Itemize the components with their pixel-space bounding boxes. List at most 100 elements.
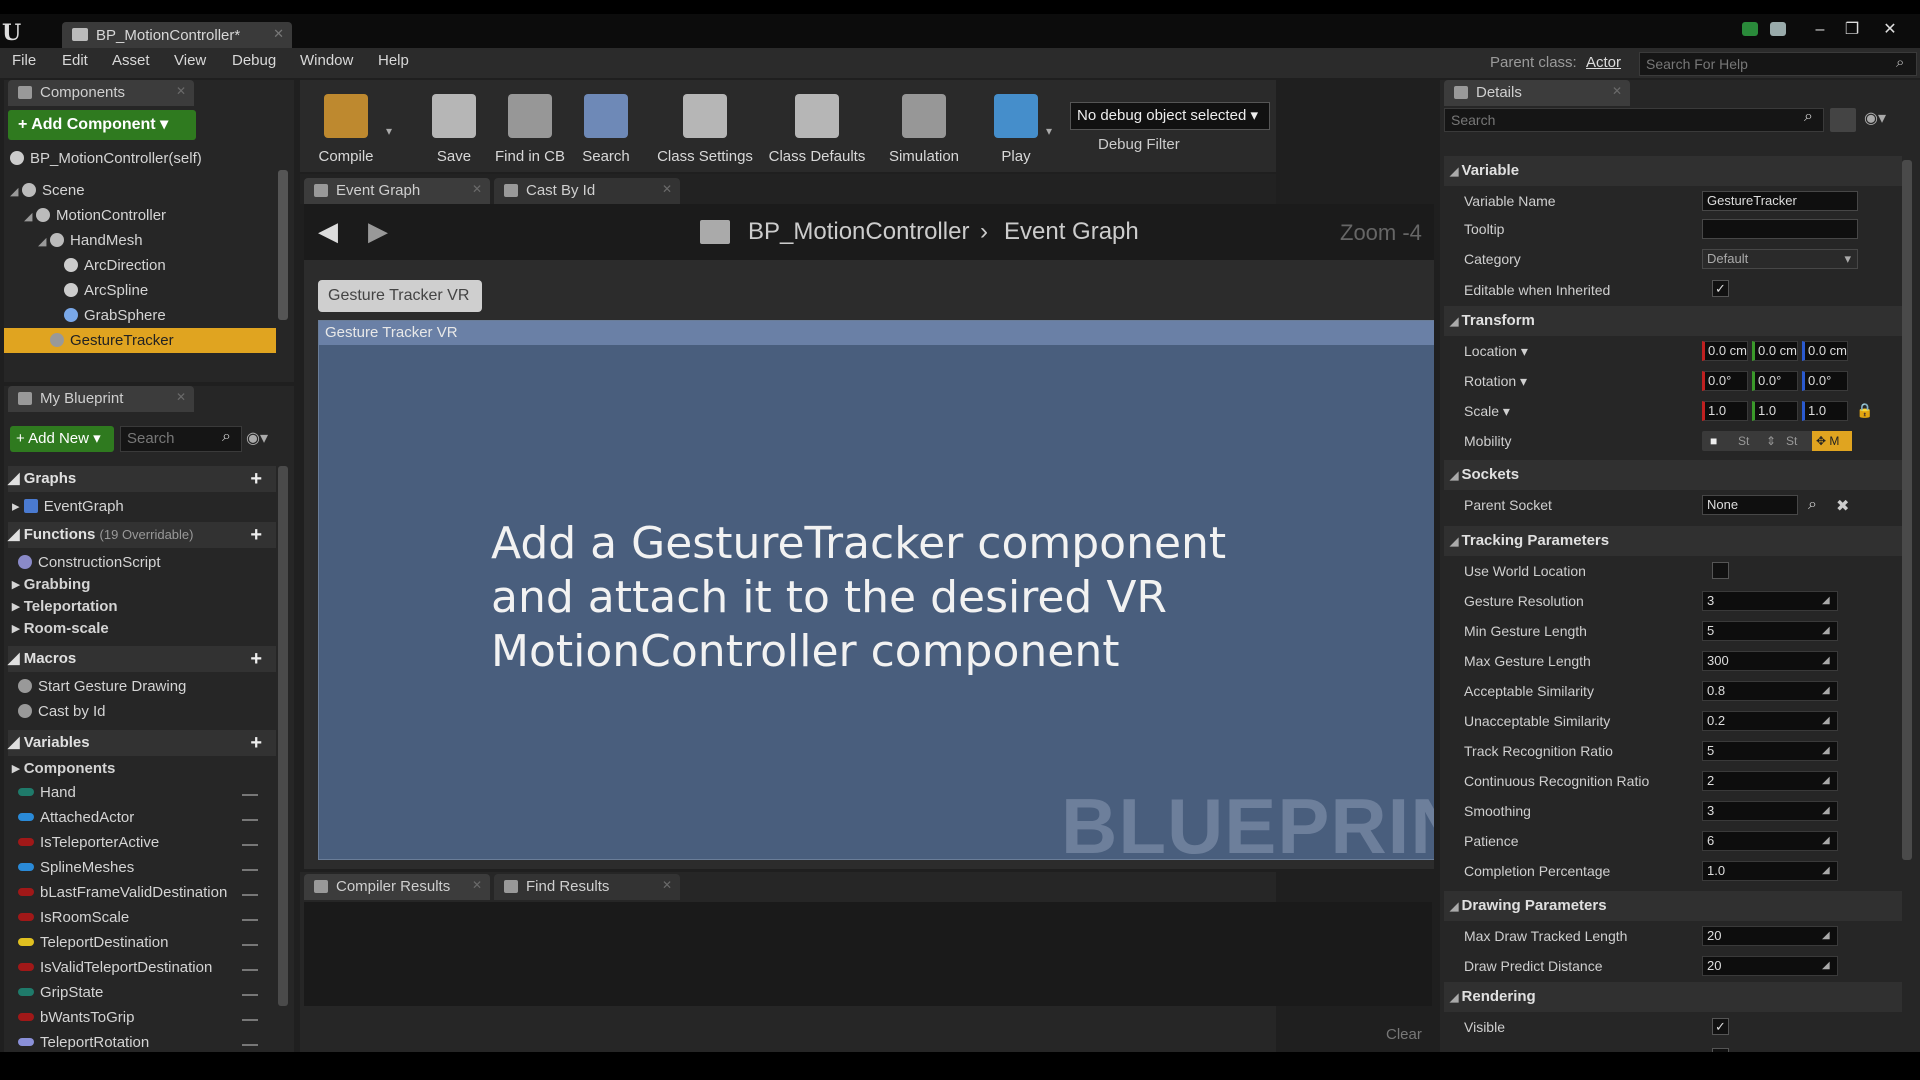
tab-find-results[interactable]: Find Results ✕ (494, 874, 680, 900)
movable-option[interactable]: ✥ M (1812, 431, 1852, 451)
menu-file[interactable]: File (12, 52, 36, 69)
spinner-arrows-icon[interactable]: ◢ (1822, 624, 1834, 638)
variable-item[interactable]: TeleportRotation (18, 1030, 276, 1052)
tab-compiler-results[interactable]: Compiler Results ✕ (304, 874, 490, 900)
patience-field[interactable]: 6 ◢ (1702, 831, 1838, 851)
component-tree-item[interactable]: ArcDirection (4, 253, 276, 278)
draw-predict-distance-field[interactable]: 20 ◢ (1702, 956, 1838, 976)
variable-item[interactable]: AttachedActor (18, 805, 276, 830)
visibility-toggle-icon[interactable] (242, 790, 258, 796)
component-tree-item[interactable]: GestureTracker (4, 328, 276, 353)
functions-section-header[interactable]: ◢ Functions (19 Overridable) + (8, 522, 276, 548)
simulation-button[interactable]: Simulation (876, 86, 972, 178)
expand-arrow-icon[interactable]: ◢ (38, 230, 50, 255)
clear-button[interactable]: Clear (1386, 1026, 1422, 1043)
compile-options-dropdown-icon[interactable]: ▾ (386, 124, 392, 138)
min-gesture-length-field[interactable]: 5 ◢ (1702, 621, 1838, 641)
close-tab-icon[interactable]: ✕ (662, 878, 672, 892)
blueprint-scrollbar[interactable] (278, 466, 288, 1006)
mobility-toggle[interactable]: ■ St ⇕ St ✥ M (1702, 431, 1852, 451)
details-tab[interactable]: Details ✕ (1444, 80, 1630, 106)
document-tab[interactable]: BP_MotionController* ✕ (62, 22, 292, 48)
component-tree-item[interactable]: GrabSphere (4, 303, 276, 328)
search-button[interactable]: Search (564, 86, 648, 178)
breadcrumb-root[interactable]: BP_MotionController (748, 218, 969, 246)
collapse-arrow-icon[interactable]: ◢ (1450, 901, 1462, 913)
visible-checkbox[interactable]: ✓ (1712, 1018, 1729, 1035)
add-variable-icon[interactable]: + (250, 730, 262, 756)
source-control-icon[interactable] (1742, 22, 1758, 36)
visibility-eye-icon[interactable]: ◉▾ (246, 428, 268, 448)
find-in-cb-button[interactable]: Find in CB (484, 86, 576, 178)
spinner-arrows-icon[interactable]: ◢ (1822, 834, 1834, 848)
gesture-resolution-field[interactable]: 3 ◢ (1702, 591, 1838, 611)
visibility-toggle-icon[interactable] (242, 1040, 258, 1046)
variable-item[interactable]: IsValidTeleportDestination (18, 955, 276, 980)
collapse-arrow-icon[interactable]: ◢ (1450, 536, 1462, 548)
transform-section[interactable]: ◢ Transform (1444, 306, 1902, 336)
collapse-arrow-icon[interactable]: ◢ (1450, 316, 1462, 328)
comment-box[interactable]: Gesture Tracker VR Add a GestureTracker … (318, 320, 1434, 869)
add-function-icon[interactable]: + (250, 522, 262, 548)
rotation-x-field[interactable]: 0.0° (1702, 371, 1748, 391)
spinner-arrows-icon[interactable]: ◢ (1822, 959, 1834, 973)
menu-view[interactable]: View (174, 52, 206, 69)
menu-help[interactable]: Help (378, 52, 409, 69)
variables-section-header[interactable]: ◢ Variables + (8, 730, 276, 756)
spinner-arrows-icon[interactable]: ◢ (1822, 714, 1834, 728)
location-y-field[interactable]: 0.0 cm (1752, 341, 1798, 361)
variable-item[interactable]: GripState (18, 980, 276, 1005)
back-arrow-icon[interactable]: ◀ (318, 216, 338, 247)
close-panel-icon[interactable]: ✕ (176, 84, 186, 98)
minimize-button[interactable]: – (1806, 20, 1834, 40)
spinner-arrows-icon[interactable]: ◢ (1822, 804, 1834, 818)
help-search-input[interactable]: Search For Help (1639, 52, 1917, 76)
rendering-section[interactable]: ◢ Rendering (1444, 982, 1902, 1012)
collapse-arrow-icon[interactable]: ◢ (1450, 992, 1462, 1004)
parent-class-link[interactable]: Actor (1586, 54, 1621, 71)
visibility-toggle-icon[interactable] (242, 840, 258, 846)
property-matrix-icon[interactable] (1830, 108, 1856, 132)
restore-button[interactable]: ❐ (1838, 20, 1866, 40)
self-item[interactable]: BP_MotionController(self) (10, 146, 202, 171)
spinner-arrows-icon[interactable]: ◢ (1822, 594, 1834, 608)
components-tab[interactable]: Components ✕ (8, 80, 194, 106)
location-z-field[interactable]: 0.0 cm (1802, 341, 1848, 361)
variable-group-components[interactable]: ▸ Components (12, 756, 115, 781)
visibility-toggle-icon[interactable] (242, 865, 258, 871)
menu-window[interactable]: Window (300, 52, 353, 69)
component-tree-item[interactable]: ◢ Scene (4, 178, 276, 203)
use-world-location-checkbox[interactable] (1712, 562, 1729, 579)
variable-section[interactable]: ◢ Variable (1444, 156, 1902, 186)
details-scrollbar[interactable] (1902, 160, 1912, 860)
graphs-section-header[interactable]: ◢ Graphs + (8, 466, 276, 492)
tracking-parameters-section[interactable]: ◢ Tracking Parameters (1444, 526, 1902, 556)
menu-edit[interactable]: Edit (62, 52, 88, 69)
visibility-toggle-icon[interactable] (242, 1015, 258, 1021)
editable-when-inherited-checkbox[interactable]: ✓ (1712, 280, 1729, 297)
tab-cast-by-id[interactable]: Cast By Id ✕ (494, 178, 680, 204)
variable-item[interactable]: IsRoomScale (18, 905, 276, 930)
variable-item[interactable]: Hand (18, 780, 276, 805)
close-tab-icon[interactable]: ✕ (472, 182, 482, 196)
macro-item-start-gesture-drawing[interactable]: Start Gesture Drawing (18, 674, 186, 699)
play-options-dropdown-icon[interactable]: ▾ (1046, 124, 1052, 138)
clear-x-icon[interactable]: ✖ (1836, 496, 1849, 516)
scale-lock-icon[interactable]: 🔒 (1856, 402, 1873, 419)
variable-item[interactable]: TeleportDestination (18, 930, 276, 955)
hidden-in-game-checkbox[interactable] (1712, 1048, 1729, 1052)
add-component-button[interactable]: + Add Component ▾ (8, 110, 196, 140)
expand-arrow-icon[interactable]: ◢ (10, 180, 22, 205)
unacceptable-similarity-field[interactable]: 0.2 ◢ (1702, 711, 1838, 731)
add-new-button[interactable]: + Add New ▾ (10, 426, 114, 452)
category-dropdown[interactable]: Default ▾ (1702, 249, 1858, 269)
add-graph-icon[interactable]: + (250, 466, 262, 492)
compile-button[interactable]: Compile (306, 86, 386, 178)
close-panel-icon[interactable]: ✕ (1612, 84, 1622, 98)
my-blueprint-tab[interactable]: My Blueprint ✕ (8, 386, 194, 412)
variable-item[interactable]: bLastFrameValidDestination (18, 880, 276, 905)
debug-object-select[interactable]: No debug object selected ▾ (1070, 102, 1270, 130)
spinner-arrows-icon[interactable]: ◢ (1822, 654, 1834, 668)
completion-percentage-field[interactable]: 1.0 ◢ (1702, 861, 1838, 881)
component-tree-item[interactable]: ◢ MotionController (4, 203, 276, 228)
